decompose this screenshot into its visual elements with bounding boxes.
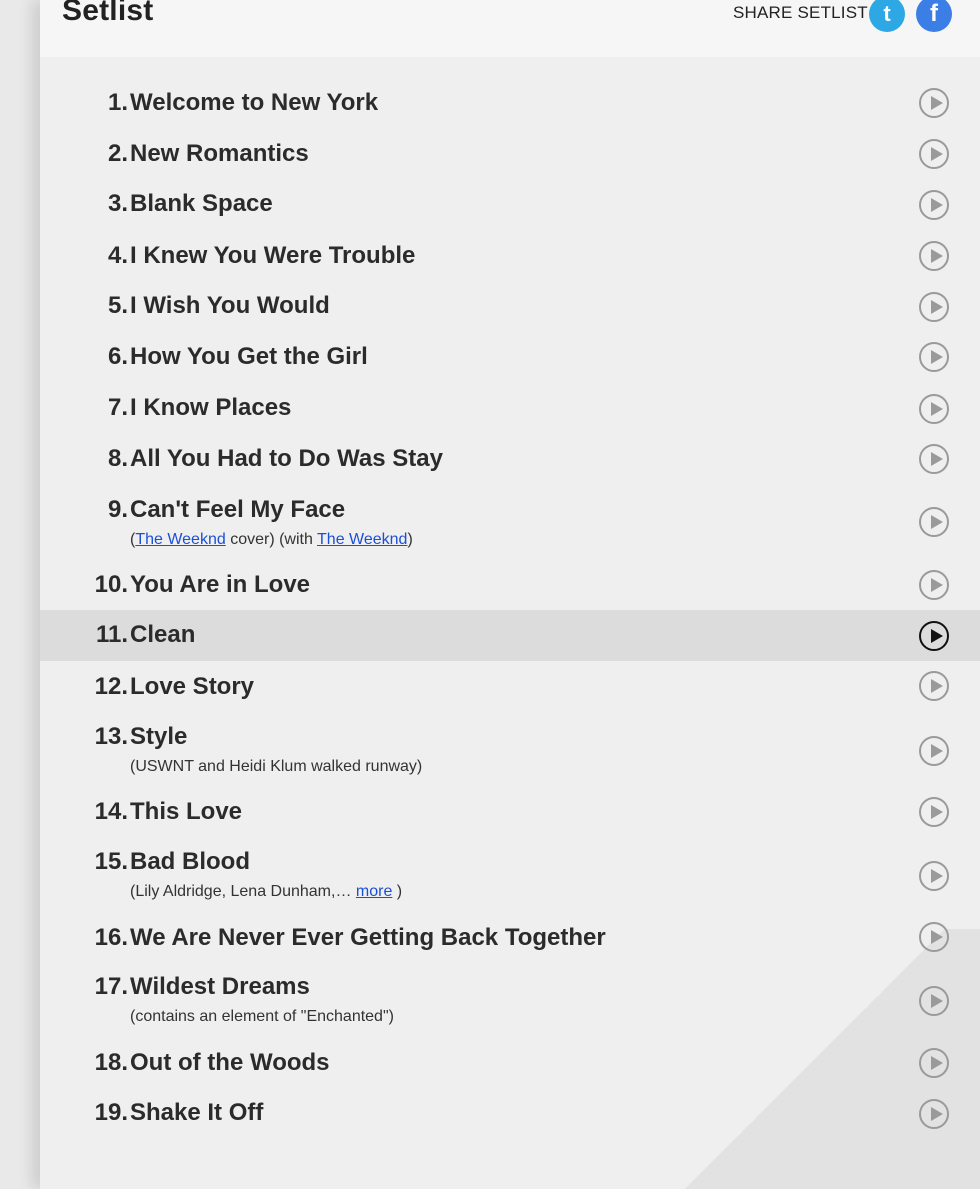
facebook-share-icon[interactable]: f bbox=[916, 0, 952, 32]
song-number: 15. bbox=[94, 848, 128, 875]
play-icon[interactable] bbox=[919, 394, 949, 424]
play-icon[interactable] bbox=[919, 190, 949, 220]
song-title[interactable]: Out of the Woods bbox=[130, 1049, 330, 1077]
setlist-row: 4. I Knew You Were Trouble bbox=[40, 235, 980, 281]
song-title[interactable]: How You Get the Girl bbox=[130, 343, 368, 371]
setlist-row: 15. Bad Blood (Lily Aldridge, Lena Dunha… bbox=[40, 841, 980, 915]
song-number: 10. bbox=[94, 571, 128, 598]
setlist-row: 18. Out of the Woods bbox=[40, 1042, 980, 1088]
play-icon[interactable] bbox=[919, 621, 949, 651]
song-title[interactable]: I Know Places bbox=[130, 394, 291, 422]
song-title[interactable]: All You Had to Do Was Stay bbox=[130, 445, 443, 473]
setlist-row: 3. Blank Space bbox=[40, 183, 980, 229]
setlist-row: 17. Wildest Dreams (contains an element … bbox=[40, 966, 980, 1040]
note-text: (Lily Aldridge, Lena Dunham,… bbox=[130, 883, 356, 900]
setlist-panel: Setlist SHARE SETLIST t f 1. Welcome to … bbox=[40, 0, 980, 1189]
setlist-row: 6. How You Get the Girl bbox=[40, 336, 980, 382]
song-number: 14. bbox=[94, 798, 128, 825]
play-icon[interactable] bbox=[919, 570, 949, 600]
note-text: cover) (with bbox=[225, 531, 318, 548]
song-number: 13. bbox=[94, 723, 128, 750]
song-number: 12. bbox=[94, 673, 128, 700]
play-icon[interactable] bbox=[919, 797, 949, 827]
note-text: ) bbox=[392, 883, 403, 900]
setlist-row: 8. All You Had to Do Was Stay bbox=[40, 438, 980, 484]
play-icon[interactable] bbox=[919, 922, 949, 952]
play-icon[interactable] bbox=[919, 139, 949, 169]
song-title[interactable]: Style bbox=[130, 723, 187, 751]
song-number: 7. bbox=[107, 394, 128, 421]
setlist-row: 14. This Love bbox=[40, 791, 980, 837]
song-number: 3. bbox=[107, 190, 128, 217]
more-link[interactable]: more bbox=[356, 883, 392, 900]
song-number: 1. bbox=[107, 89, 128, 116]
song-number: 5. bbox=[107, 292, 128, 319]
play-icon[interactable] bbox=[919, 342, 949, 372]
song-number: 4. bbox=[107, 242, 128, 269]
play-icon[interactable] bbox=[919, 1048, 949, 1078]
song-number: 19. bbox=[94, 1099, 128, 1126]
setlist-row: 13. Style (USWNT and Heidi Klum walked r… bbox=[40, 716, 980, 790]
setlist-row: 19. Shake It Off bbox=[40, 1092, 980, 1138]
twitter-share-icon[interactable]: t bbox=[869, 0, 905, 32]
play-icon[interactable] bbox=[919, 861, 949, 891]
song-title[interactable]: Bad Blood bbox=[130, 848, 250, 876]
song-title[interactable]: Welcome to New York bbox=[130, 89, 378, 117]
song-title[interactable]: Clean bbox=[130, 621, 195, 649]
setlist-row: 12. Love Story bbox=[40, 666, 980, 712]
play-icon[interactable] bbox=[919, 1099, 949, 1129]
share-setlist-label: SHARE SETLIST bbox=[733, 3, 868, 22]
artist-link[interactable]: The Weeknd bbox=[317, 531, 407, 548]
song-number: 11. bbox=[95, 621, 128, 648]
setlist-row: 16. We Are Never Ever Getting Back Toget… bbox=[40, 917, 980, 963]
song-number: 18. bbox=[94, 1049, 128, 1076]
page-title: Setlist bbox=[62, 0, 154, 27]
setlist-row-active: 11. Clean bbox=[40, 610, 980, 661]
song-number: 16. bbox=[94, 924, 128, 951]
play-icon[interactable] bbox=[919, 292, 949, 322]
play-icon[interactable] bbox=[919, 444, 949, 474]
song-title[interactable]: New Romantics bbox=[130, 140, 309, 168]
setlist-header: Setlist SHARE SETLIST t f bbox=[40, 0, 980, 57]
song-title[interactable]: Wildest Dreams bbox=[130, 973, 310, 1001]
play-icon[interactable] bbox=[919, 986, 949, 1016]
play-icon[interactable] bbox=[919, 671, 949, 701]
play-icon[interactable] bbox=[919, 241, 949, 271]
song-title[interactable]: I Wish You Would bbox=[130, 292, 330, 320]
song-title[interactable]: We Are Never Ever Getting Back Together bbox=[130, 924, 606, 952]
setlist-row: 7. I Know Places bbox=[40, 387, 980, 433]
setlist-row: 2. New Romantics bbox=[40, 133, 980, 179]
play-icon[interactable] bbox=[919, 88, 949, 118]
song-title[interactable]: Blank Space bbox=[130, 190, 273, 218]
song-number: 9. bbox=[107, 496, 128, 523]
setlist-row: 10. You Are in Love bbox=[40, 564, 980, 610]
song-number: 8. bbox=[107, 445, 128, 472]
song-title[interactable]: This Love bbox=[130, 798, 242, 826]
song-title[interactable]: Can't Feel My Face bbox=[130, 496, 345, 524]
song-number: 17. bbox=[94, 973, 128, 1000]
setlist-row: 9. Can't Feel My Face (The Weeknd cover)… bbox=[40, 489, 980, 563]
note-text: ) bbox=[407, 531, 413, 548]
setlist-row: 1. Welcome to New York bbox=[40, 82, 980, 128]
song-title[interactable]: Love Story bbox=[130, 673, 254, 701]
song-title[interactable]: I Knew You Were Trouble bbox=[130, 242, 415, 270]
artist-link[interactable]: The Weeknd bbox=[135, 531, 225, 548]
song-title[interactable]: Shake It Off bbox=[130, 1099, 263, 1127]
song-note: (The Weeknd cover) (with The Weeknd) bbox=[130, 531, 413, 549]
song-note: (USWNT and Heidi Klum walked runway) bbox=[130, 758, 423, 775]
play-icon[interactable] bbox=[919, 507, 949, 537]
play-icon[interactable] bbox=[919, 736, 949, 766]
song-title[interactable]: You Are in Love bbox=[130, 571, 310, 599]
song-note: (contains an element of "Enchanted") bbox=[130, 1008, 394, 1025]
song-number: 2. bbox=[107, 140, 128, 167]
setlist-row: 5. I Wish You Would bbox=[40, 285, 980, 331]
song-number: 6. bbox=[107, 343, 128, 370]
song-note: (Lily Aldridge, Lena Dunham,… more ) bbox=[130, 883, 402, 901]
